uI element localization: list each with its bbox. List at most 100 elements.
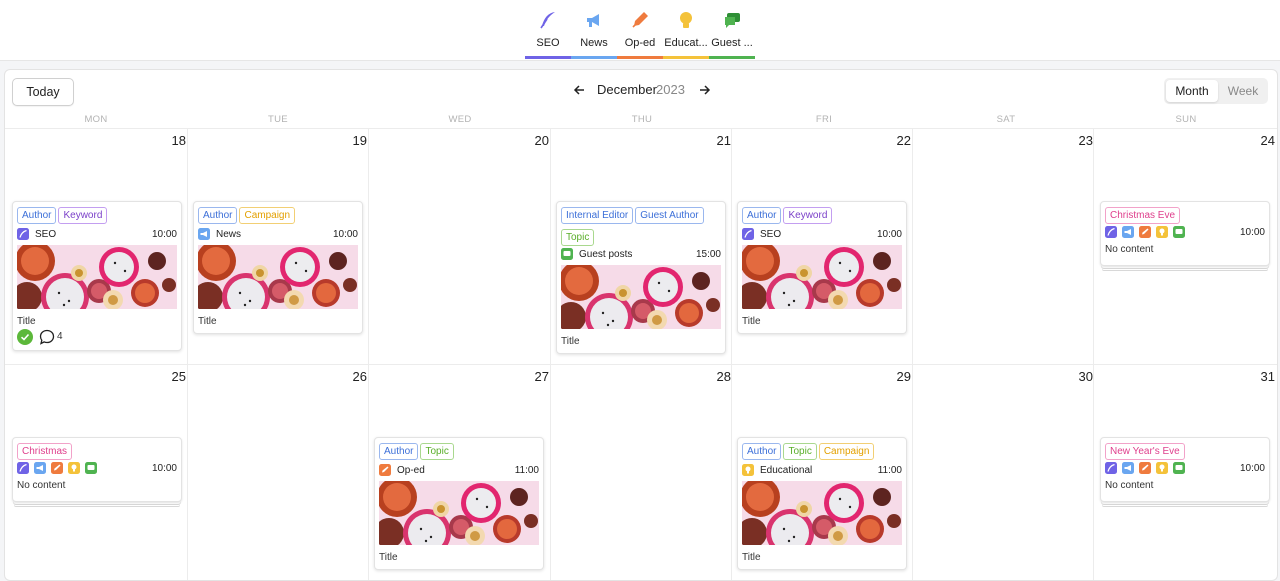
tab-underline-guest-posts [709, 56, 755, 59]
tab-underline-seo [525, 56, 571, 59]
tab-news[interactable]: News [571, 0, 617, 60]
card-time: 15:00 [695, 249, 721, 260]
content-card[interactable]: Internal Editor Guest Author Topic Guest p… [556, 201, 726, 354]
content-card[interactable]: Author Campaign News 10:00 Title [193, 201, 363, 334]
multi-type-card[interactable]: Christmas Eve 10:00 No content [1100, 201, 1270, 266]
day-number: 25 [171, 369, 186, 384]
educational-icon [1156, 462, 1168, 474]
current-month: December [597, 82, 657, 97]
weekday-sat: SAT [996, 114, 1016, 125]
multi-type-card[interactable]: New Year's Eve 10:00 No content [1100, 437, 1270, 502]
tag-keyword: Keyword [783, 207, 833, 224]
tab-op-ed[interactable]: Op-ed [617, 0, 663, 60]
card-thumbnail [198, 245, 358, 309]
view-toggle: Month Week [1164, 78, 1268, 104]
grid-line [1093, 128, 1094, 580]
tab-underline-educational [663, 56, 709, 59]
tag-holiday: Christmas Eve [1105, 207, 1181, 224]
tab-seo[interactable]: SEO [525, 0, 571, 60]
op-ed-icon [379, 464, 391, 476]
weekday-fri: FRI [815, 114, 833, 125]
tag-guest-author: Guest Author [635, 207, 704, 224]
op-ed-icon [1139, 226, 1151, 238]
card-type-row: 10:00 [1105, 462, 1265, 476]
tag-author: Author [379, 443, 419, 460]
tab-label-guest-posts: Guest ... [711, 37, 753, 49]
card-time: 10:00 [151, 229, 177, 240]
comment-bubble-icon[interactable] [39, 329, 55, 345]
card-thumbnail [742, 245, 902, 309]
card-tags: Author Keyword [17, 207, 177, 229]
card-type-row: Educational 11:00 [742, 464, 902, 478]
card-title: Title [561, 336, 580, 347]
prev-month-arrow-icon[interactable] [573, 80, 587, 100]
grid-line [187, 128, 188, 580]
grid-line [5, 364, 1277, 365]
seo-icon [742, 228, 754, 240]
day-number: 29 [896, 369, 911, 384]
tag-campaign: Campaign [818, 443, 875, 460]
day-number: 24 [1260, 133, 1275, 148]
card-type-row: SEO 10:00 [17, 228, 177, 242]
card-type-row: 10:00 [17, 462, 177, 476]
tag-holiday: Christmas [17, 443, 73, 460]
tag-author: Author [742, 443, 782, 460]
fountain-pen-icon [632, 12, 648, 28]
week-view-button[interactable]: Week [1220, 80, 1266, 102]
weekday-sun: SUN [1175, 114, 1197, 125]
guest-posts-icon [1173, 226, 1185, 238]
card-tags: Author Campaign [198, 207, 358, 229]
card-type-row: Guest posts 15:00 [561, 248, 721, 262]
news-icon [34, 462, 46, 474]
next-month-arrow-icon[interactable] [697, 80, 711, 100]
content-card[interactable]: Author Topic Campaign Educational 11:00 Ti… [737, 437, 907, 570]
day-number: 19 [352, 133, 367, 148]
multi-type-card[interactable]: Christmas 10:00 No content [12, 437, 182, 502]
content-card[interactable]: Author Topic Op-ed 11:00 Title [374, 437, 544, 570]
card-title: Title [17, 316, 36, 327]
educational-icon [742, 464, 754, 476]
megaphone-icon [587, 14, 599, 27]
weekday-thu: THU [631, 114, 653, 125]
day-number: 18 [171, 133, 186, 148]
seo-icon [17, 462, 29, 474]
tab-underline-news [571, 56, 617, 59]
day-number: 22 [896, 133, 911, 148]
card-type: SEO [35, 229, 57, 240]
card-tags: Internal Editor Guest Author Topic [561, 207, 721, 251]
no-content-text: No content [17, 480, 66, 491]
card-time: 11:00 [877, 465, 902, 476]
card-thumbnail [17, 245, 177, 309]
card-thumbnail [379, 481, 539, 545]
card-time: 10:00 [1239, 227, 1265, 238]
tab-guest-posts[interactable]: Guest ... [709, 0, 755, 60]
seo-icon [1105, 462, 1117, 474]
day-number: 21 [716, 133, 731, 148]
content-type-tabs: SEO News Op-ed Educat... Guest ... [0, 0, 1280, 61]
content-card[interactable]: Author Keyword SEO 10:00 Title [737, 201, 907, 334]
card-time: 11:00 [514, 465, 539, 476]
card-type-row: News 10:00 [198, 228, 358, 242]
card-time: 10:00 [1239, 463, 1265, 474]
card-tags: Author Topic [379, 443, 539, 465]
guest-posts-icon [1173, 462, 1185, 474]
calendar-panel: Today December 2023 Month Week MON TUE W… [4, 69, 1278, 581]
feather-pen-icon [540, 12, 555, 29]
card-type-row: 10:00 [1105, 226, 1265, 240]
op-ed-icon [1139, 462, 1151, 474]
grid-line [731, 128, 732, 580]
chat-bubbles-icon [725, 13, 740, 28]
tab-educational[interactable]: Educat... [663, 0, 709, 60]
tag-internal-editor: Internal Editor [561, 207, 634, 224]
tag-keyword: Keyword [58, 207, 108, 224]
card-type-row: SEO 10:00 [742, 228, 902, 242]
month-view-button[interactable]: Month [1166, 80, 1218, 102]
card-thumbnail [561, 265, 721, 329]
card-type: Op-ed [397, 465, 425, 476]
tag-author: Author [742, 207, 782, 224]
current-year: 2023 [656, 82, 685, 97]
today-button[interactable]: Today [12, 78, 74, 106]
grid-line [550, 128, 551, 580]
content-card[interactable]: Author Keyword SEO 10:00 Title 4 [12, 201, 182, 351]
card-type: News [216, 229, 242, 240]
